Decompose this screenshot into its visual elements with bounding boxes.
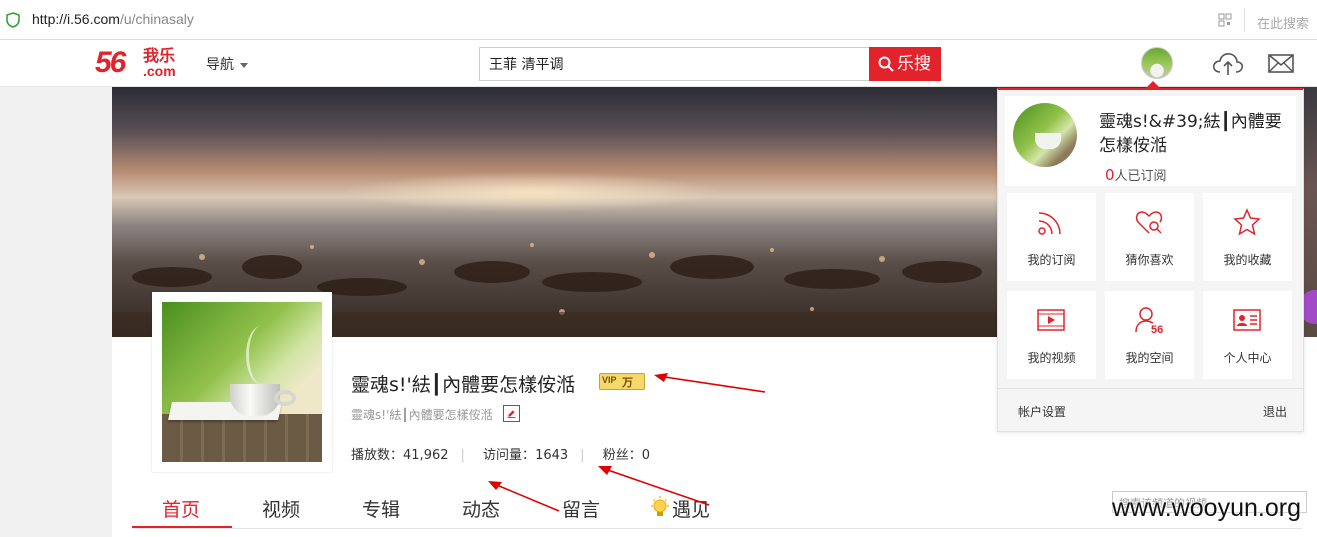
subscriber-label: 人已订阅 <box>1114 169 1167 184</box>
dropdown-footer: 帐户设置 退出 <box>998 388 1303 432</box>
menu-item-guess-you-like[interactable]: 猜你喜欢 <box>1105 193 1194 281</box>
menu-item-label: 我的订阅 <box>1027 253 1076 267</box>
menu-item-label: 个人中心 <box>1223 351 1272 365</box>
url-path: /u/chinasaly <box>119 11 194 27</box>
id-card-icon <box>1233 309 1261 331</box>
active-tab-indicator <box>132 526 232 528</box>
menu-item-personal-center[interactable]: 个人中心 <box>1203 291 1292 379</box>
tab-videos[interactable]: 视频 <box>262 495 300 522</box>
profile-subtitle: 靈魂s!'紶┃內體要怎樣侒湉 <box>351 408 493 422</box>
vip-badge-small: VIP <box>602 375 617 385</box>
vip-badge: VIP 万 <box>599 373 645 390</box>
vip-badge-text: 万 <box>622 376 633 389</box>
stat-visits-value: 1643 <box>535 448 569 463</box>
menu-item-label: 猜你喜欢 <box>1125 253 1174 267</box>
annotation-arrow <box>488 481 560 512</box>
heart-search-icon <box>1135 211 1163 234</box>
user-avatar-button[interactable] <box>1141 47 1173 79</box>
cloud-upload-icon[interactable] <box>1212 50 1244 76</box>
menu-item-my-space[interactable]: 56 我的空间 <box>1105 291 1194 379</box>
menu-item-my-videos[interactable]: 我的视频 <box>1007 291 1096 379</box>
subscriber-number: 0 <box>1105 166 1115 184</box>
logo-number: 56 <box>95 46 126 79</box>
stat-visits-label: 访问量： <box>483 448 536 463</box>
nav-menu-label: 导航 <box>206 57 234 73</box>
annotation-arrow <box>654 373 766 393</box>
subscriber-count: 0人已订阅 <box>1105 165 1167 184</box>
star-icon <box>1233 208 1261 236</box>
menu-item-label: 我的空间 <box>1125 351 1174 365</box>
stat-plays-value: 41,962 <box>403 448 449 463</box>
nav-menu-toggle[interactable]: 导航 <box>206 54 248 74</box>
mail-icon[interactable] <box>1268 54 1294 73</box>
url-text[interactable]: http://i.56.com/u/chinasaly <box>32 11 194 27</box>
tab-albums[interactable]: 专辑 <box>362 495 400 522</box>
url-bar-divider <box>1244 8 1245 32</box>
profile-avatar[interactable] <box>152 292 332 472</box>
tab-home[interactable]: 首页 <box>162 495 200 522</box>
logo-text: 我乐 <box>143 46 176 65</box>
menu-item-my-favorites[interactable]: 我的收藏 <box>1203 193 1292 281</box>
menu-item-my-subscriptions[interactable]: 我的订阅 <box>1007 193 1096 281</box>
dropdown-avatar[interactable] <box>1013 103 1077 167</box>
watermark-text: www.wooyun.org <box>1112 494 1301 522</box>
search-button-label: 乐搜 <box>897 54 931 74</box>
url-host: http://i.56.com <box>32 11 120 27</box>
search-icon <box>878 56 894 72</box>
qr-code-icon[interactable] <box>1218 13 1232 27</box>
video-icon <box>1037 309 1065 331</box>
logout-link[interactable]: 退出 <box>1263 403 1287 420</box>
site-logo[interactable]: 56 我乐 .com <box>95 46 185 80</box>
profile-name: 靈魂s!'紶┃內體要怎樣侒湉 <box>351 374 576 396</box>
menu-item-label: 我的收藏 <box>1223 253 1272 267</box>
avatar-image <box>162 302 322 462</box>
user-56-icon: 56 <box>1135 307 1163 335</box>
rss-icon <box>1038 212 1061 235</box>
logo-domain: .com <box>143 63 176 79</box>
account-settings-link[interactable]: 帐户设置 <box>1018 403 1066 420</box>
search-input[interactable] <box>479 47 870 81</box>
chevron-down-icon <box>240 62 248 68</box>
dropdown-user-card: 靈魂s!&#39;紶┃內體要怎樣侒湉 0人已订阅 <box>1005 96 1296 186</box>
user-dropdown-menu: 靈魂s!&#39;紶┃內體要怎樣侒湉 0人已订阅 我的订阅 猜你喜欢 我的收藏 … <box>997 81 1304 432</box>
top-navigation: 56 我乐 .com 导航 乐搜 <box>0 40 1317 87</box>
dropdown-user-name[interactable]: 靈魂s!&#39;紶┃內體要怎樣侒湉 <box>1099 110 1289 158</box>
browser-url-bar: http://i.56.com/u/chinasaly 在此搜索 <box>0 0 1317 40</box>
site-search-field[interactable]: 在此搜索 <box>1257 13 1309 32</box>
shield-icon <box>6 12 20 28</box>
edit-pencil-icon[interactable] <box>503 405 520 422</box>
annotation-arrow <box>598 466 710 506</box>
stat-plays-label: 播放数： <box>351 448 404 463</box>
svg-text:56: 56 <box>1151 324 1163 335</box>
search-button[interactable]: 乐搜 <box>869 47 941 81</box>
menu-item-label: 我的视频 <box>1027 351 1076 365</box>
search-bar: 乐搜 <box>479 47 941 81</box>
